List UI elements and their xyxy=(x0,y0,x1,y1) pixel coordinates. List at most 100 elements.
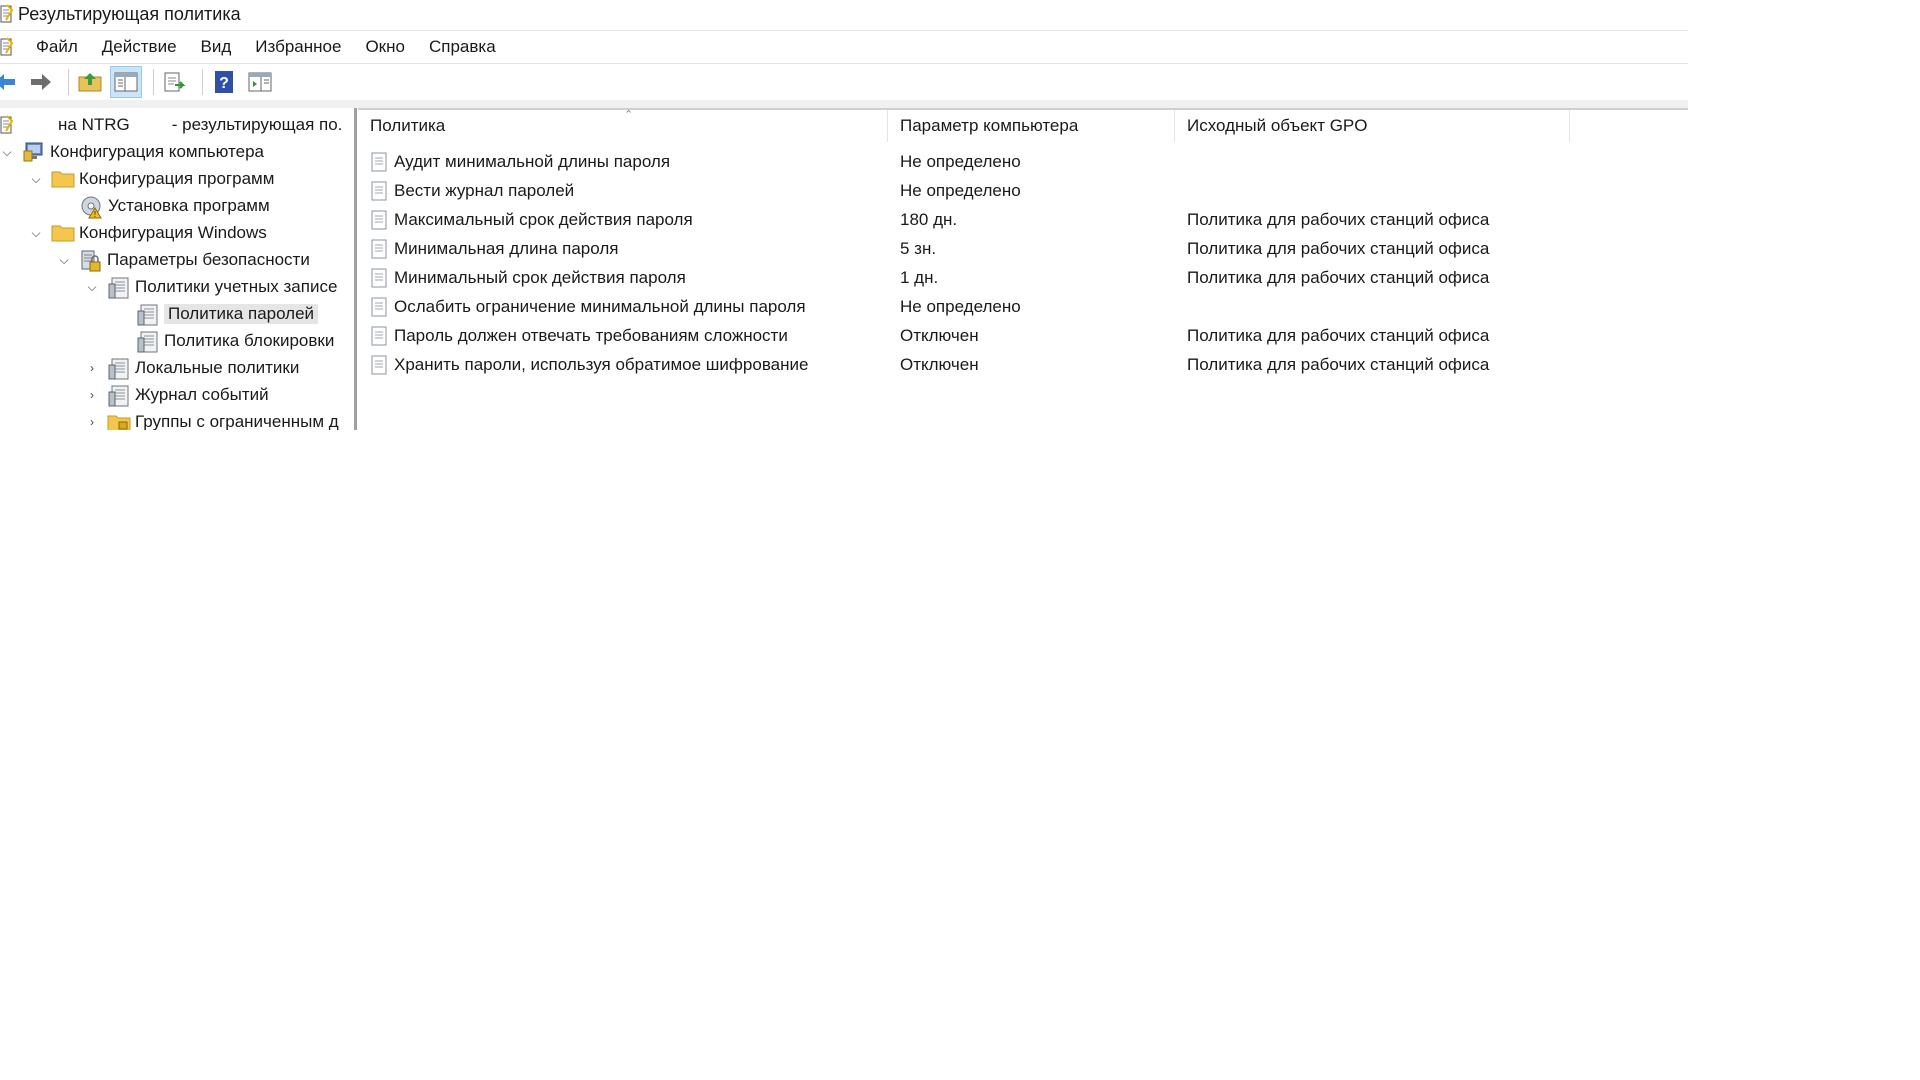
help-button[interactable]: ? xyxy=(209,67,239,97)
policy-setting-icon xyxy=(370,152,388,172)
policy-cell: Ослабить ограничение минимальной длины п… xyxy=(370,293,806,321)
policy-name: Аудит минимальной длины пароля xyxy=(394,152,671,171)
tree-item-label: Конфигурация программ xyxy=(79,169,275,188)
help-icon: ? xyxy=(215,71,233,93)
policy-name: Хранить пароли, используя обратимое шифр… xyxy=(394,355,809,374)
tree-item-account-policies[interactable]: ⌵ Политики учетных записе xyxy=(85,274,337,300)
policy-name: Ослабить ограничение минимальной длины п… xyxy=(394,297,806,316)
menu-window[interactable]: Окно xyxy=(353,32,417,62)
tree-root[interactable]: на NTRG - результирующая по. xyxy=(0,112,342,138)
setting-cell: Не определено xyxy=(900,297,1021,316)
policy-setting-icon xyxy=(370,297,388,317)
policy-cell: Вести журнал паролей xyxy=(370,177,574,205)
gpo-cell: Политика для рабочих станций офиса xyxy=(1187,326,1490,345)
forward-icon xyxy=(31,74,51,90)
gpo-cell: Политика для рабочих станций офиса xyxy=(1187,355,1490,374)
console-tree[interactable]: на NTRG - результирующая по. ⌵ Конфигура… xyxy=(0,108,357,430)
tree-item-label: Журнал событий xyxy=(135,385,269,404)
tree-item-computer-configuration[interactable]: ⌵ Конфигурация компьютера xyxy=(0,139,264,165)
tree-item-password-policy[interactable]: Политика паролей xyxy=(136,301,319,327)
tree-item-restricted-groups[interactable]: › Группы с ограниченным д xyxy=(85,409,339,430)
forward-button[interactable] xyxy=(26,67,56,97)
chevron-right-icon[interactable]: › xyxy=(85,388,99,402)
policy-cell: Максимальный срок действия пароля xyxy=(370,206,693,234)
tree-item-software-settings[interactable]: ⌵ Конфигурация программ xyxy=(29,166,274,192)
tree-item-label: Политики учетных записе xyxy=(135,277,338,296)
tree-item-event-log[interactable]: › Журнал событий xyxy=(85,382,269,408)
chevron-down-icon[interactable]: ⌵ xyxy=(29,172,43,186)
menu-bar: Файл Действие Вид Избранное Окно Справка xyxy=(0,30,1688,64)
list-item[interactable]: Аудит минимальной длины пароля Не опреде… xyxy=(358,148,1688,176)
list-item[interactable]: Минимальный срок действия пароля 1 дн. П… xyxy=(358,264,1688,292)
rsop-app-icon xyxy=(0,4,14,24)
policy-book-icon xyxy=(136,330,158,353)
export-list-button[interactable] xyxy=(160,67,190,97)
list-item[interactable]: Хранить пароли, используя обратимое шифр… xyxy=(358,351,1688,379)
tree-item-security-settings[interactable]: ⌵ Параметры безопасности xyxy=(57,247,310,273)
menu-file[interactable]: Файл xyxy=(24,32,90,62)
policy-setting-icon xyxy=(370,355,388,375)
setting-cell: Отключен xyxy=(900,326,979,345)
policy-cell: Минимальный срок действия пароля xyxy=(370,264,686,292)
column-header-computer-setting[interactable]: Параметр компьютера xyxy=(888,110,1175,142)
rsop-root-icon xyxy=(0,114,14,136)
list-item[interactable]: Пароль должен отвечать требованиям сложн… xyxy=(358,322,1688,350)
column-header-source-gpo[interactable]: Исходный объект GPO xyxy=(1175,110,1570,142)
show-hide-action-pane-button[interactable] xyxy=(245,67,275,97)
menu-view[interactable]: Вид xyxy=(189,32,244,62)
back-button[interactable] xyxy=(0,67,20,97)
tree-item-software-installation[interactable]: ! Установка программ xyxy=(80,193,270,219)
policy-cell: Минимальная длина пароля xyxy=(370,235,618,263)
back-icon xyxy=(0,74,15,90)
menu-favorites[interactable]: Избранное xyxy=(243,32,353,62)
policy-book-icon xyxy=(107,357,129,380)
details-pane: ⌃ Политика Параметр компьютера Исходный … xyxy=(358,108,1688,430)
tree-item-local-policies[interactable]: › Локальные политики xyxy=(85,355,299,381)
software-install-icon: ! xyxy=(80,195,102,219)
folder-lock-icon xyxy=(107,411,131,430)
export-list-icon xyxy=(164,72,186,92)
list-item[interactable]: Вести журнал паролей Не определено xyxy=(358,177,1688,205)
up-folder-icon xyxy=(78,73,102,92)
chevron-right-icon[interactable]: › xyxy=(85,361,99,375)
policy-setting-icon xyxy=(370,326,388,346)
column-header-label: Параметр компьютера xyxy=(900,116,1079,135)
chevron-down-icon[interactable]: ⌵ xyxy=(0,145,14,159)
chevron-down-icon[interactable]: ⌵ xyxy=(57,253,71,267)
column-header-policy[interactable]: Политика xyxy=(358,110,888,142)
tree-item-label: Установка программ xyxy=(108,196,270,215)
column-header-label: Политика xyxy=(370,116,446,135)
policy-setting-icon xyxy=(370,181,388,201)
menu-help[interactable]: Справка xyxy=(417,32,508,62)
tree-item-label: Параметры безопасности xyxy=(107,250,310,269)
list-item[interactable]: Ослабить ограничение минимальной длины п… xyxy=(358,293,1688,321)
tree-item-label: Конфигурация Windows xyxy=(79,223,267,242)
list-item[interactable]: Максимальный срок действия пароля 180 дн… xyxy=(358,206,1688,234)
tree-item-label: Политика блокировки xyxy=(164,331,335,350)
policy-name: Вести журнал паролей xyxy=(394,181,575,200)
svg-text:?: ? xyxy=(219,75,229,92)
title-bar: Результирующая политика xyxy=(0,0,1688,28)
policy-name: Минимальная длина пароля xyxy=(394,239,619,258)
menu-action[interactable]: Действие xyxy=(90,32,189,62)
tree-item-account-lockout-policy[interactable]: Политика блокировки xyxy=(136,328,334,354)
show-hide-tree-icon xyxy=(114,72,138,92)
chevron-right-icon[interactable]: › xyxy=(85,415,99,429)
system-menu-icon[interactable] xyxy=(0,37,14,57)
policy-name: Минимальный срок действия пароля xyxy=(394,268,686,287)
policy-cell: Пароль должен отвечать требованиям сложн… xyxy=(370,322,788,350)
show-hide-tree-button[interactable] xyxy=(110,66,142,98)
folder-icon xyxy=(51,168,75,190)
list-item[interactable]: Минимальная длина пароля 5 зн. Политика … xyxy=(358,235,1688,263)
gpo-cell: Политика для рабочих станций офиса xyxy=(1187,210,1490,229)
column-header-label: Исходный объект GPO xyxy=(1187,116,1368,135)
tree-item-windows-settings[interactable]: ⌵ Конфигурация Windows xyxy=(29,220,267,246)
tree-root-suffix: - результирующая по. xyxy=(171,115,343,134)
chevron-down-icon[interactable]: ⌵ xyxy=(85,280,99,294)
up-one-level-button[interactable] xyxy=(75,67,105,97)
setting-cell: Отключен xyxy=(900,355,979,374)
toolbar: ? xyxy=(0,64,1688,101)
chevron-down-icon[interactable]: ⌵ xyxy=(29,226,43,240)
policy-book-icon xyxy=(136,303,158,326)
policy-book-icon xyxy=(107,276,129,299)
